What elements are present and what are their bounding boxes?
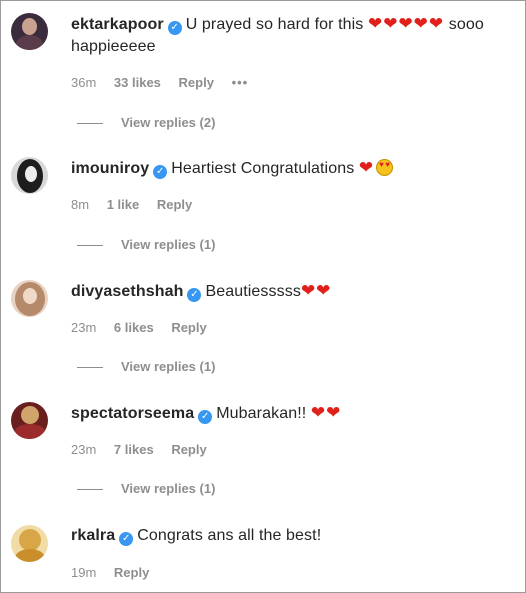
divider-dash	[77, 367, 103, 369]
comment-time: 36m	[71, 75, 97, 90]
comment-text: Heartiest Congratulations	[171, 160, 355, 177]
comment-text: Congrats ans all the best!	[137, 527, 322, 544]
comment-meta: 36m 33 likes Reply •••	[71, 75, 262, 90]
comment-time: 23m	[71, 320, 97, 335]
view-replies-label: View replies (1)	[121, 481, 216, 496]
view-replies-button[interactable]: View replies (2)	[77, 115, 215, 130]
reply-button[interactable]: Reply	[179, 75, 214, 90]
username[interactable]: divyasethshah	[71, 283, 183, 300]
comment-meta: 19m Reply	[71, 565, 163, 580]
reply-button[interactable]: Reply	[114, 565, 149, 580]
comment-text-line: imouniroy ✓ Heartiest Congratulations ❤	[71, 157, 519, 180]
likes-count[interactable]: 1 like	[107, 197, 140, 212]
comments-panel: ektarkapoor ✓ U prayed so hard for this ❤❤…	[0, 0, 526, 593]
verified-badge-icon: ✓	[198, 410, 213, 424]
verified-badge-icon: ✓	[119, 532, 134, 546]
red-heart-emoji-icon: ❤❤	[310, 403, 342, 422]
red-heart-emoji-icon: ❤❤❤❤❤	[367, 14, 445, 33]
comment-text-line: ektarkapoor ✓ U prayed so hard for this ❤❤…	[71, 13, 519, 36]
reply-button[interactable]: Reply	[157, 197, 192, 212]
red-heart-emoji-icon: ❤❤	[300, 281, 332, 300]
comment-time: 19m	[71, 565, 97, 580]
view-replies-button[interactable]: View replies (1)	[77, 481, 215, 496]
username[interactable]: imouniroy	[71, 160, 149, 177]
comment-text: U prayed so hard for this	[185, 16, 364, 33]
username[interactable]: rkalra	[71, 527, 115, 544]
view-replies-label: View replies (1)	[121, 359, 216, 374]
divider-dash	[77, 489, 103, 491]
comment-text: Mubarakan!!	[216, 405, 307, 422]
avatar[interactable]	[11, 525, 48, 562]
avatar[interactable]	[11, 280, 48, 317]
verified-badge-icon: ✓	[187, 288, 202, 302]
view-replies-label: View replies (2)	[121, 115, 216, 130]
avatar[interactable]	[11, 157, 48, 194]
comment-time: 23m	[71, 442, 97, 457]
comment-time: 8m	[71, 197, 90, 212]
comment-text-line2: happieeeee	[71, 38, 156, 55]
star-struck-emoji-icon	[376, 159, 394, 176]
comment-text-tail: sooo	[448, 16, 484, 33]
verified-badge-icon: ✓	[153, 165, 168, 179]
view-replies-button[interactable]: View replies (1)	[77, 359, 215, 374]
comment-text-line: spectatorseema ✓ Mubarakan!! ❤❤	[71, 402, 519, 425]
likes-count[interactable]: 7 likes	[114, 442, 154, 457]
comment-meta: 23m 7 likes Reply	[71, 442, 221, 457]
avatar[interactable]	[11, 13, 48, 50]
red-heart-emoji-icon: ❤	[358, 158, 375, 177]
verified-badge-icon: ✓	[167, 21, 182, 35]
comment-text-line: divyasethshah ✓ Beautiesssss❤❤	[71, 280, 519, 303]
comment-text: Beautiesssss	[205, 283, 301, 300]
likes-count[interactable]: 6 likes	[114, 320, 154, 335]
username[interactable]: spectatorseema	[71, 405, 194, 422]
divider-dash	[77, 123, 103, 125]
comment-text-line: rkalra ✓ Congrats ans all the best!	[71, 525, 519, 547]
view-replies-label: View replies (1)	[121, 237, 216, 252]
more-options-icon[interactable]: •••	[232, 75, 249, 90]
avatar[interactable]	[11, 402, 48, 439]
username[interactable]: ektarkapoor	[71, 16, 164, 33]
reply-button[interactable]: Reply	[171, 442, 206, 457]
reply-button[interactable]: Reply	[171, 320, 206, 335]
likes-count[interactable]: 33 likes	[114, 75, 161, 90]
view-replies-button[interactable]: View replies (1)	[77, 237, 215, 252]
comment-meta: 23m 6 likes Reply	[71, 320, 221, 335]
comment-meta: 8m 1 like Reply	[71, 197, 206, 212]
divider-dash	[77, 245, 103, 247]
